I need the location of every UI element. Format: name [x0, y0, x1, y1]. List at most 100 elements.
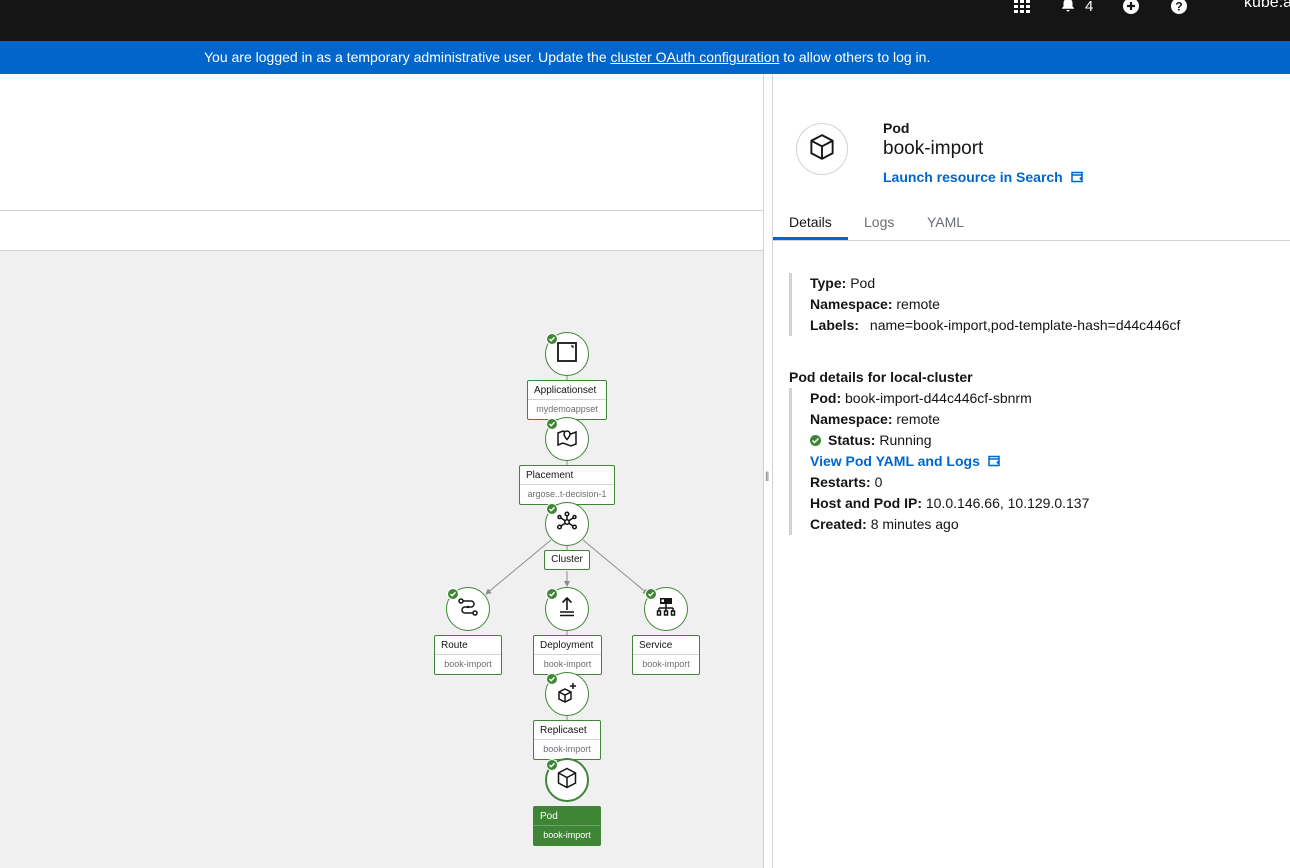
resource-kind: Pod	[883, 120, 910, 136]
cube-icon	[555, 766, 579, 795]
grid-icon[interactable]	[1013, 0, 1031, 14]
created-value: 8 minutes ago	[870, 516, 959, 532]
status-ok-icon	[546, 333, 558, 345]
page-header-area	[0, 74, 764, 211]
service-icon	[654, 595, 678, 624]
status-ok-icon	[645, 588, 657, 600]
resource-name: book-import	[883, 138, 984, 159]
ip-value: 10.0.146.66, 10.129.0.137	[925, 495, 1090, 511]
status-value: Running	[879, 432, 932, 448]
topology-label-deployment[interactable]: Deployment book-import	[533, 635, 602, 675]
topology-label-cluster[interactable]: Cluster	[544, 550, 590, 570]
status-ok-icon	[447, 588, 459, 600]
notifications-button[interactable]: 4	[1061, 0, 1094, 16]
namespace-row: Namespace: remote	[810, 294, 1279, 315]
external-link-icon	[988, 453, 1001, 469]
resize-handle[interactable]: ||	[765, 471, 769, 482]
temporary-admin-banner: You are logged in as a temporary adminis…	[0, 41, 1290, 74]
status-ok-icon	[546, 418, 558, 430]
plus-circle-icon[interactable]	[1123, 0, 1139, 14]
node-name: book-import	[444, 659, 492, 669]
cluster-icon	[555, 510, 579, 539]
node-kind: Service	[633, 636, 699, 655]
topology-label-placement[interactable]: Placement argose..t-decision-1	[519, 465, 615, 505]
details-panel: Pod book-import Launch resource in Searc…	[773, 74, 1290, 868]
restarts-label: Restarts:	[810, 474, 871, 490]
status-row: Status: Running	[810, 430, 1279, 451]
launch-link-label: Launch resource in Search	[883, 169, 1063, 185]
launch-in-search-link[interactable]: Launch resource in Search	[883, 169, 1084, 185]
banner-text-before: You are logged in as a temporary adminis…	[204, 49, 607, 65]
node-kind: Route	[435, 636, 501, 655]
type-value: Pod	[850, 275, 876, 291]
view-pod-yaml-logs-link[interactable]: View Pod YAML and Logs	[810, 453, 1001, 469]
restarts-value: 0	[874, 474, 883, 490]
panel-tabs: Details Logs YAML	[773, 204, 1290, 241]
namespace-value: remote	[896, 296, 940, 312]
node-name: book-import	[543, 830, 591, 840]
splitter-line	[763, 74, 764, 868]
labels-row: Labels: name=book-import,pod-template-ha…	[810, 315, 1279, 336]
namespace-label: Namespace:	[810, 296, 893, 312]
status-ok-icon	[546, 673, 558, 685]
pod-row: Pod: book-import-d44c446cf-sbnrm	[810, 388, 1279, 409]
svg-text:?: ?	[1175, 0, 1182, 14]
node-name: book-import	[543, 744, 591, 754]
cluster-oauth-link[interactable]: cluster OAuth configuration	[611, 49, 780, 65]
status-ok-icon	[546, 588, 558, 600]
tab-logs[interactable]: Logs	[848, 204, 910, 240]
question-circle-icon[interactable]: ?	[1171, 0, 1187, 14]
topology-label-service[interactable]: Service book-import	[632, 635, 700, 675]
cube-icon	[807, 132, 837, 167]
node-kind: Applicationset	[528, 381, 606, 400]
node-name: book-import	[642, 659, 690, 669]
status-ok-icon	[546, 503, 558, 515]
node-kind: Pod	[534, 807, 600, 826]
labels-value: name=book-import,pod-template-hash=d44c4…	[869, 317, 1181, 333]
toolbar-area	[0, 211, 764, 251]
replicaset-icon	[555, 680, 579, 709]
yaml-logs-link-label: View Pod YAML and Logs	[810, 453, 980, 469]
notifications-count: 4	[1085, 0, 1094, 15]
tab-details[interactable]: Details	[773, 204, 848, 240]
ip-label: Host and Pod IP:	[810, 495, 922, 511]
created-label: Created:	[810, 516, 867, 532]
banner-text: You are logged in as a temporary adminis…	[204, 41, 930, 74]
topology-label-replicaset[interactable]: Replicaset book-import	[533, 720, 601, 760]
topology-canvas[interactable]: Applicationset mydemoappset Placement ar…	[0, 251, 764, 868]
banner-text-after: to allow others to log in.	[783, 49, 931, 65]
topology-label-pod[interactable]: Pod book-import	[533, 806, 601, 846]
masthead: 4 ? kube:a	[0, 0, 1290, 41]
created-row: Created: 8 minutes ago	[810, 514, 1279, 535]
topology-edges	[485, 376, 649, 763]
pod-label: Pod:	[810, 390, 842, 406]
node-kind: Replicaset	[534, 721, 600, 740]
labels-label: Labels:	[810, 317, 860, 333]
status-label: Status:	[828, 432, 876, 448]
external-link-icon	[1063, 169, 1084, 185]
yaml-logs-row: View Pod YAML and Logs	[810, 451, 1279, 472]
topology-label-applicationset[interactable]: Applicationset mydemoappset	[527, 380, 607, 420]
ip-row: Host and Pod IP: 10.0.146.66, 10.129.0.1…	[810, 493, 1279, 514]
namespace-value: remote	[896, 411, 940, 427]
namespace-row: Namespace: remote	[810, 409, 1279, 430]
node-kind: Deployment	[534, 636, 601, 655]
square-icon	[555, 340, 579, 369]
pod-value: book-import-d44c446cf-sbnrm	[845, 390, 1032, 406]
deploy-icon	[555, 595, 579, 624]
type-row: Type: Pod	[810, 273, 1279, 294]
route-icon	[456, 595, 480, 624]
map-pin-icon	[555, 425, 579, 454]
summary-section: Type: Pod Namespace: remote Labels: name…	[789, 273, 1279, 336]
type-label: Type:	[810, 275, 847, 291]
user-menu[interactable]: kube:a	[1244, 0, 1290, 11]
pod-details-section: Pod: book-import-d44c446cf-sbnrm Namespa…	[789, 388, 1279, 535]
tab-yaml[interactable]: YAML	[911, 204, 980, 240]
bell-icon	[1061, 0, 1075, 16]
status-ok-icon	[546, 759, 558, 771]
topology-label-route[interactable]: Route book-import	[434, 635, 502, 675]
restarts-row: Restarts: 0	[810, 472, 1279, 493]
node-kind: Placement	[520, 466, 614, 485]
resource-avatar	[796, 123, 848, 175]
namespace-label: Namespace:	[810, 411, 893, 427]
